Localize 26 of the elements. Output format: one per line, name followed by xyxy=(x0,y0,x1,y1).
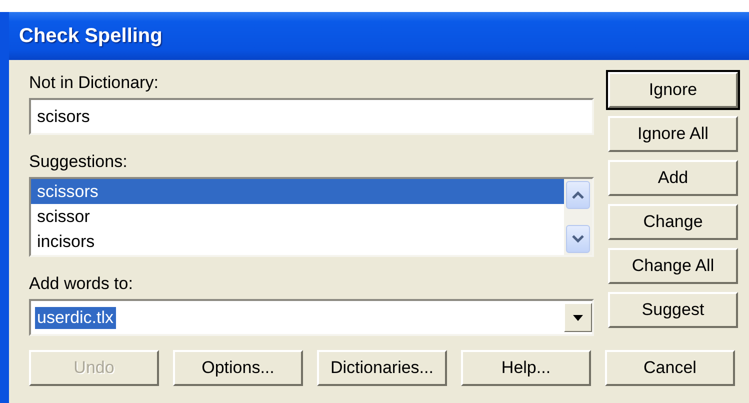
dialog-button[interactable]: Change xyxy=(608,204,738,240)
dialog-button[interactable]: Options... xyxy=(173,350,303,386)
dialog-button[interactable]: Ignore xyxy=(608,72,738,108)
scroll-down-button[interactable] xyxy=(566,225,590,253)
dropdown-button[interactable] xyxy=(564,303,592,332)
dropdown-field[interactable]: userdic.tlx xyxy=(29,299,594,336)
dialog-button[interactable]: Help... xyxy=(461,350,591,386)
field-label: Not in Dictionary: xyxy=(29,72,160,94)
scroll-up-button[interactable] xyxy=(566,181,590,209)
dialog-button[interactable]: Suggest xyxy=(608,292,738,328)
list-item[interactable]: scissors xyxy=(31,179,564,204)
dialog-button[interactable]: Add xyxy=(608,160,738,196)
window-title: Check Spelling xyxy=(19,24,162,48)
suggestions-list[interactable]: scissors scissor incisors xyxy=(29,177,594,257)
field-label: Add words to: xyxy=(29,273,134,295)
list-item[interactable]: scissor xyxy=(31,204,564,229)
field-label: Suggestions: xyxy=(29,151,128,173)
chevron-down-icon xyxy=(571,234,585,244)
list-item[interactable]: incisors xyxy=(31,229,564,254)
dialog-button[interactable]: Cancel xyxy=(605,350,735,386)
chevron-up-icon xyxy=(571,190,585,200)
dialog-button[interactable]: Change All xyxy=(608,248,738,284)
text-field[interactable]: scisors xyxy=(29,98,594,135)
caret-icon xyxy=(573,314,583,320)
dialog-button[interactable]: Ignore All xyxy=(608,116,738,152)
dialog-button[interactable]: Dictionaries... xyxy=(317,350,447,386)
